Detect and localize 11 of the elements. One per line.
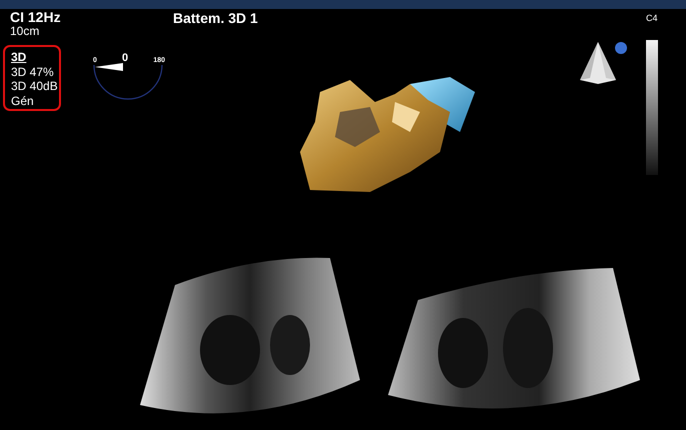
depth-label: 10cm [10,25,40,38]
angle-dial-icon [93,64,163,100]
scan-title: Battem. 3D 1 [173,10,258,26]
settings-value: Gén [11,94,35,108]
probe-orientation-icon [578,40,628,86]
grayscale-label: C4 [646,13,658,23]
settings-value: 3D 40dB [11,79,59,94]
settings-value: 3D 47% [11,64,55,79]
settings-heading: 3D [11,50,28,64]
frame-rate-label: CI 12Hz [10,10,61,25]
angle-value: 0 [122,52,128,64]
